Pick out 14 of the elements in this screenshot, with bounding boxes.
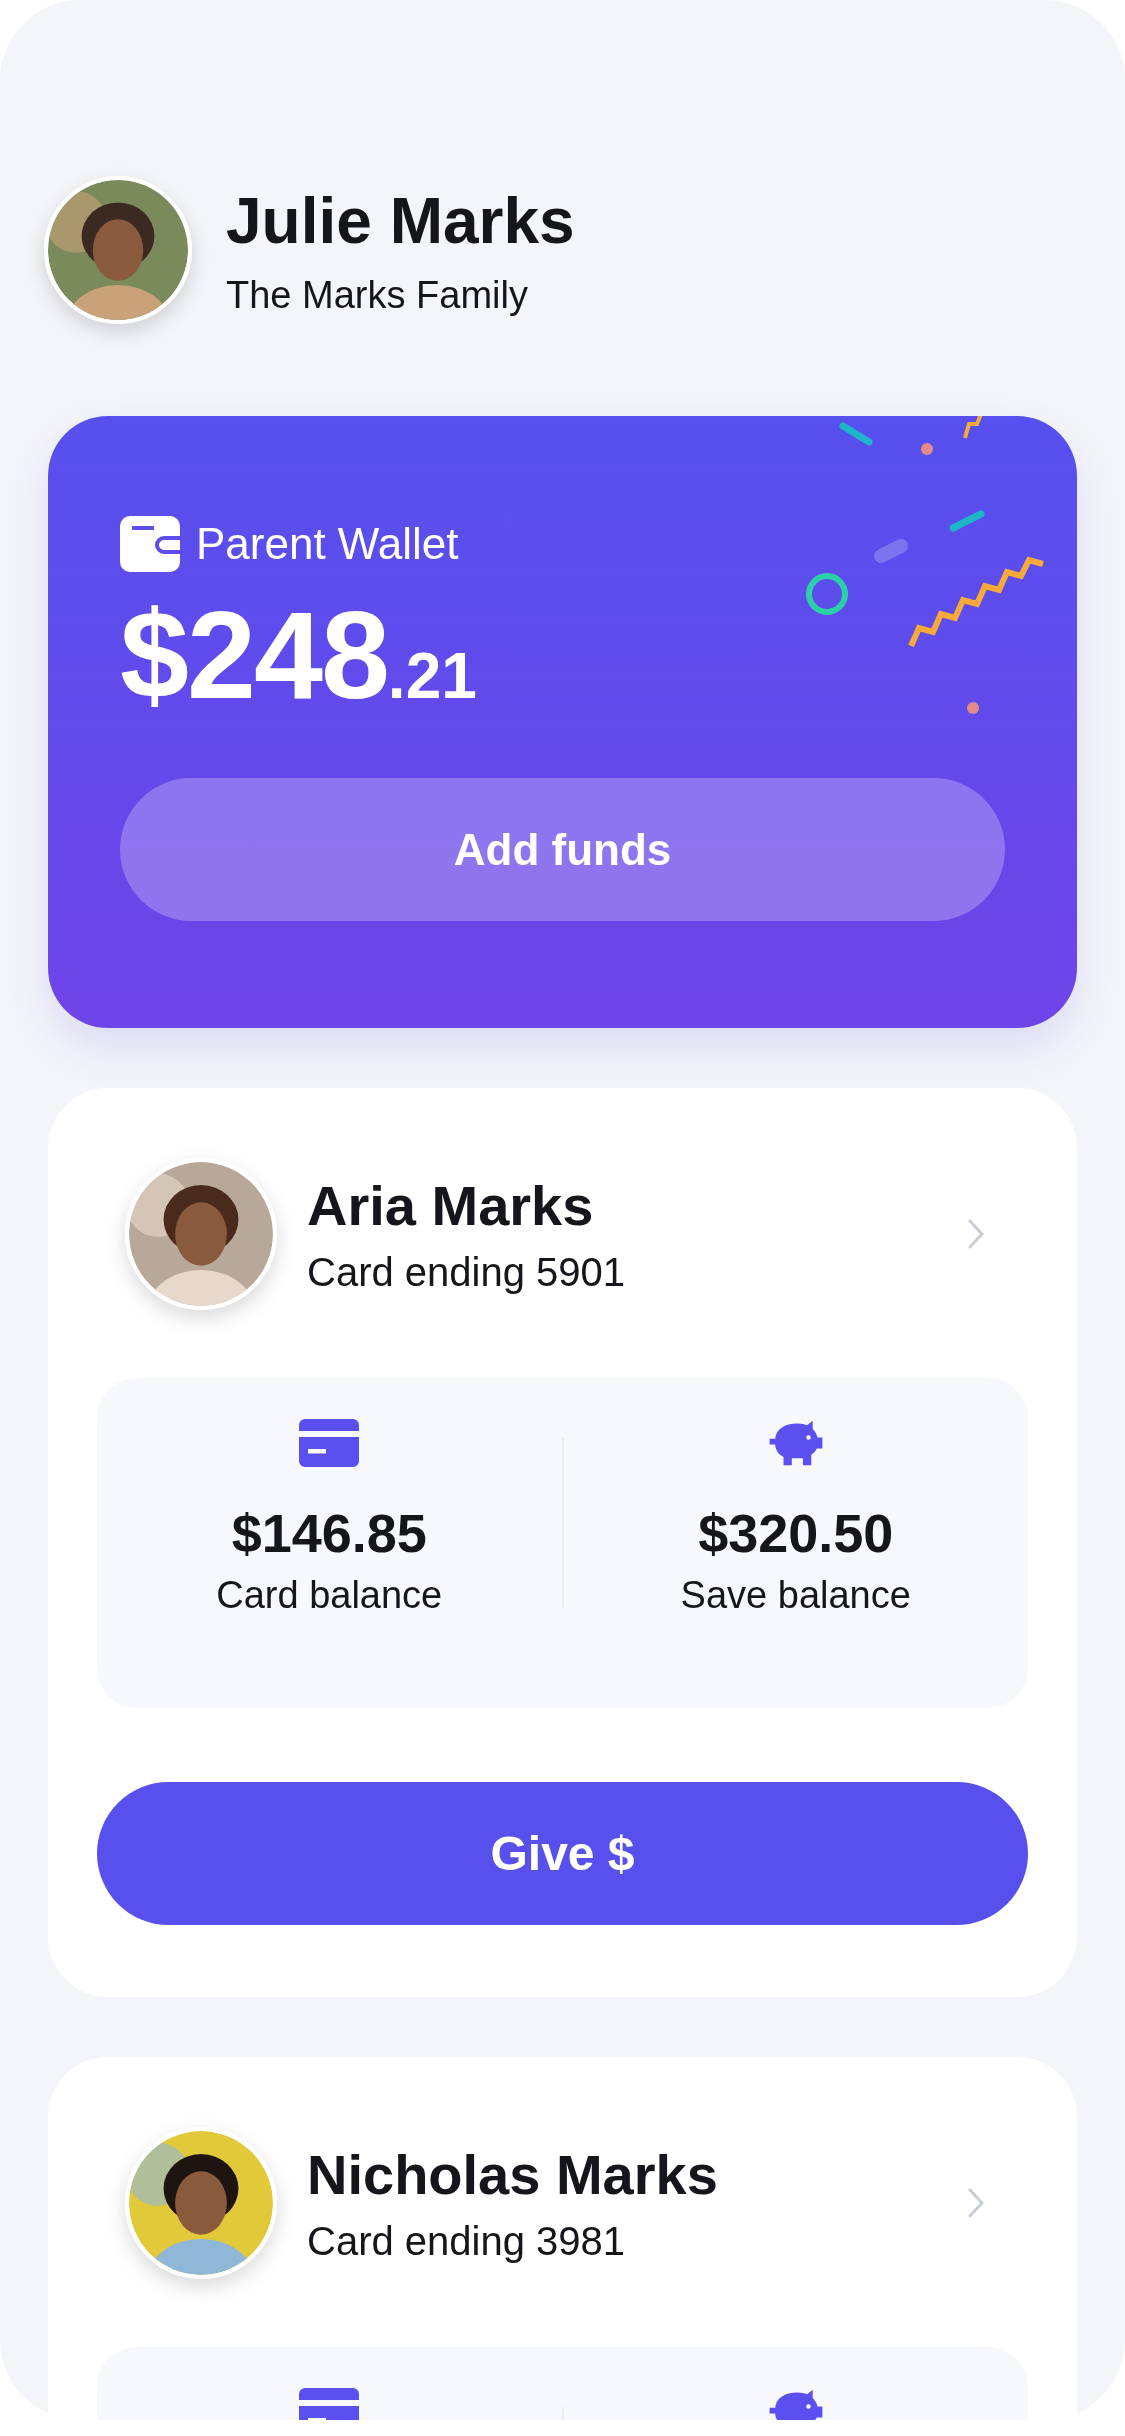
card-number: Card ending 3981 bbox=[307, 2219, 627, 2264]
card-number: Card ending 5901 bbox=[307, 1250, 627, 1295]
give-money-button[interactable]: Give $ bbox=[97, 1782, 1028, 1925]
family-name: The Marks Family bbox=[226, 273, 529, 317]
balance-label: Card balance bbox=[216, 1574, 443, 1617]
child-name: Nicholas Marks bbox=[307, 2142, 719, 2207]
balance-amount: $320.50 bbox=[698, 1502, 894, 1564]
child-name: Aria Marks bbox=[307, 1173, 595, 1238]
wallet-label: Parent Wallet bbox=[196, 519, 459, 569]
add-funds-button[interactable]: Add funds bbox=[120, 778, 1005, 921]
balance-label: Save balance bbox=[680, 1574, 911, 1617]
balance-amount: $146.85 bbox=[231, 1502, 427, 1564]
wallet-balance: $248.21 bbox=[120, 585, 478, 726]
user-name: Julie Marks bbox=[226, 183, 575, 258]
